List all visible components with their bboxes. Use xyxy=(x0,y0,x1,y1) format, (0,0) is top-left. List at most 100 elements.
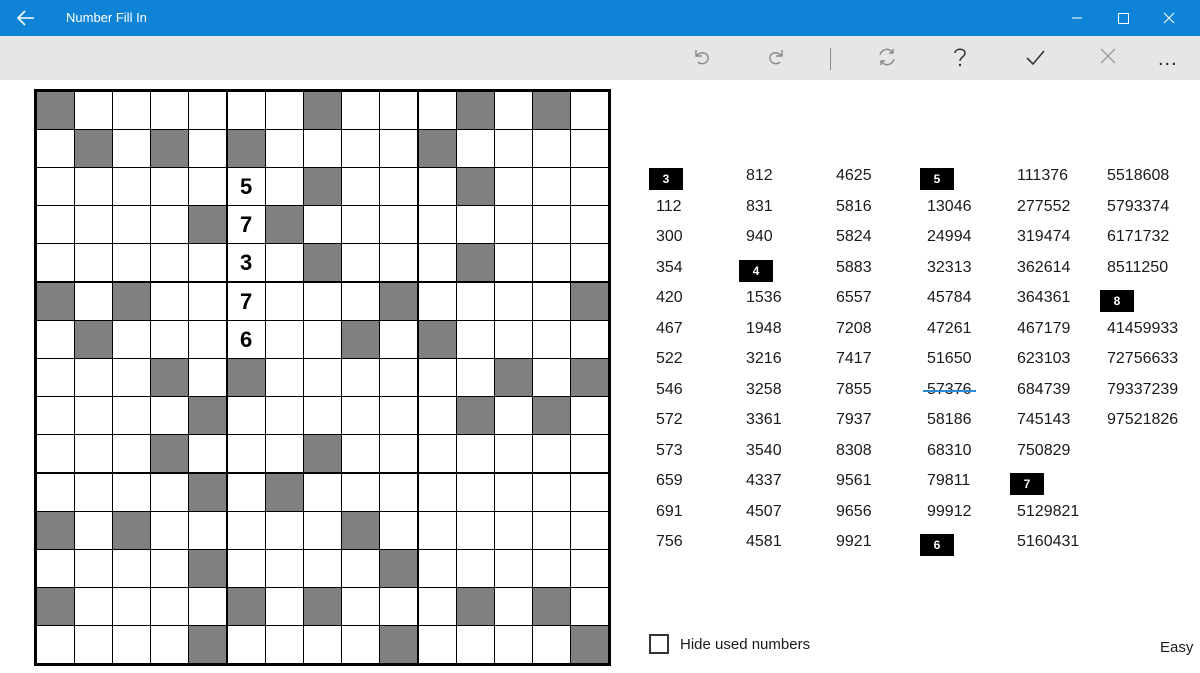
grid-cell[interactable] xyxy=(571,129,609,167)
grid-cell[interactable] xyxy=(36,435,74,473)
grid-cell[interactable] xyxy=(304,359,341,396)
grid-cell[interactable] xyxy=(265,244,303,282)
number-entry[interactable]: 111376 xyxy=(1017,167,1068,185)
grid-cell[interactable] xyxy=(151,282,189,320)
grid-cell[interactable] xyxy=(113,129,150,167)
grid-cell[interactable] xyxy=(495,397,532,435)
grid-cell[interactable] xyxy=(342,550,380,587)
grid-cell[interactable] xyxy=(189,359,227,396)
number-entry[interactable]: 546 xyxy=(656,381,683,399)
hide-used-label[interactable]: Hide used numbers xyxy=(680,636,810,653)
grid-cell[interactable] xyxy=(456,511,494,549)
grid-cell[interactable] xyxy=(495,511,532,549)
number-entry[interactable]: 79811 xyxy=(927,472,970,490)
grid-cell[interactable] xyxy=(74,206,112,244)
grid-cell[interactable] xyxy=(495,206,532,244)
grid-cell[interactable] xyxy=(533,168,571,205)
grid-cell[interactable] xyxy=(189,588,227,626)
number-entry[interactable]: 8511250 xyxy=(1107,259,1168,277)
grid-cell[interactable] xyxy=(189,91,227,129)
grid-cell[interactable] xyxy=(342,129,380,167)
grid-cell[interactable] xyxy=(571,511,609,549)
grid-cell[interactable] xyxy=(74,282,112,320)
grid-cell[interactable] xyxy=(151,397,189,435)
grid-cell[interactable] xyxy=(342,206,380,244)
grid-cell[interactable] xyxy=(113,168,150,205)
grid-cell[interactable] xyxy=(533,550,571,587)
grid-cell[interactable] xyxy=(265,91,303,129)
number-entry[interactable]: 4507 xyxy=(746,503,782,521)
grid-cell[interactable] xyxy=(380,588,418,626)
grid-cell[interactable] xyxy=(304,511,341,549)
grid-cell[interactable] xyxy=(571,244,609,282)
grid-cell[interactable] xyxy=(456,435,494,473)
grid-cell[interactable] xyxy=(304,282,341,320)
grid-cell[interactable] xyxy=(189,435,227,473)
grid-cell[interactable] xyxy=(533,511,571,549)
grid-cell[interactable] xyxy=(265,550,303,587)
grid-cell[interactable] xyxy=(571,320,609,358)
grid-cell[interactable] xyxy=(36,550,74,587)
grid-cell[interactable] xyxy=(304,129,341,167)
grid-cell[interactable] xyxy=(265,626,303,664)
grid-cell[interactable] xyxy=(342,168,380,205)
grid-cell[interactable] xyxy=(380,473,418,511)
grid-cell[interactable] xyxy=(151,588,189,626)
number-entry[interactable]: 7855 xyxy=(836,381,872,399)
number-entry[interactable]: 623103 xyxy=(1017,350,1070,368)
grid-cell[interactable] xyxy=(113,206,150,244)
grid-cell[interactable] xyxy=(571,588,609,626)
number-entry[interactable]: 420 xyxy=(656,289,683,307)
grid-cell[interactable] xyxy=(380,320,418,358)
grid-cell[interactable] xyxy=(342,244,380,282)
grid-cell[interactable] xyxy=(380,511,418,549)
grid-cell[interactable] xyxy=(418,244,456,282)
grid-cell[interactable] xyxy=(74,473,112,511)
number-entry[interactable]: 831 xyxy=(746,198,773,216)
grid-cell[interactable] xyxy=(304,206,341,244)
grid-cell[interactable] xyxy=(495,473,532,511)
grid-cell[interactable] xyxy=(456,282,494,320)
grid-cell[interactable] xyxy=(151,511,189,549)
back-button[interactable] xyxy=(14,7,38,29)
number-entry[interactable]: 9656 xyxy=(836,503,872,521)
grid-cell[interactable] xyxy=(265,511,303,549)
grid-cell[interactable] xyxy=(36,473,74,511)
grid-cell[interactable] xyxy=(189,168,227,205)
grid-cell[interactable] xyxy=(113,626,150,664)
grid-cell[interactable] xyxy=(265,435,303,473)
grid-cell[interactable] xyxy=(342,282,380,320)
grid-cell[interactable] xyxy=(571,168,609,205)
grid-cell[interactable] xyxy=(151,550,189,587)
grid-cell[interactable] xyxy=(418,397,456,435)
grid-cell[interactable] xyxy=(342,626,380,664)
grid-cell[interactable] xyxy=(456,320,494,358)
grid-cell[interactable] xyxy=(36,320,74,358)
grid-cell[interactable] xyxy=(36,129,74,167)
number-entry[interactable]: 5824 xyxy=(836,228,872,246)
maximize-button[interactable] xyxy=(1100,0,1146,36)
grid-cell[interactable] xyxy=(151,244,189,282)
number-entry[interactable]: 97521826 xyxy=(1107,411,1178,429)
grid-cell[interactable] xyxy=(418,550,456,587)
grid-cell[interactable] xyxy=(265,397,303,435)
number-entry[interactable]: 8308 xyxy=(836,442,872,460)
number-entry[interactable]: 3540 xyxy=(746,442,782,460)
grid-cell[interactable] xyxy=(342,435,380,473)
grid-cell[interactable] xyxy=(113,397,150,435)
grid-cell[interactable] xyxy=(74,511,112,549)
grid-cell[interactable] xyxy=(151,320,189,358)
grid-cell[interactable] xyxy=(113,550,150,587)
number-entry[interactable]: 47261 xyxy=(927,320,972,338)
number-entry[interactable]: 940 xyxy=(746,228,773,246)
grid-cell[interactable] xyxy=(265,320,303,358)
number-entry[interactable]: 32313 xyxy=(927,259,972,277)
grid-cell[interactable] xyxy=(227,550,265,587)
grid-cell[interactable] xyxy=(495,282,532,320)
number-entry[interactable]: 3361 xyxy=(746,411,782,429)
grid-cell[interactable] xyxy=(113,435,150,473)
grid-cell[interactable] xyxy=(456,473,494,511)
grid-cell[interactable] xyxy=(533,129,571,167)
grid-cell[interactable] xyxy=(456,206,494,244)
grid-cell[interactable] xyxy=(418,282,456,320)
